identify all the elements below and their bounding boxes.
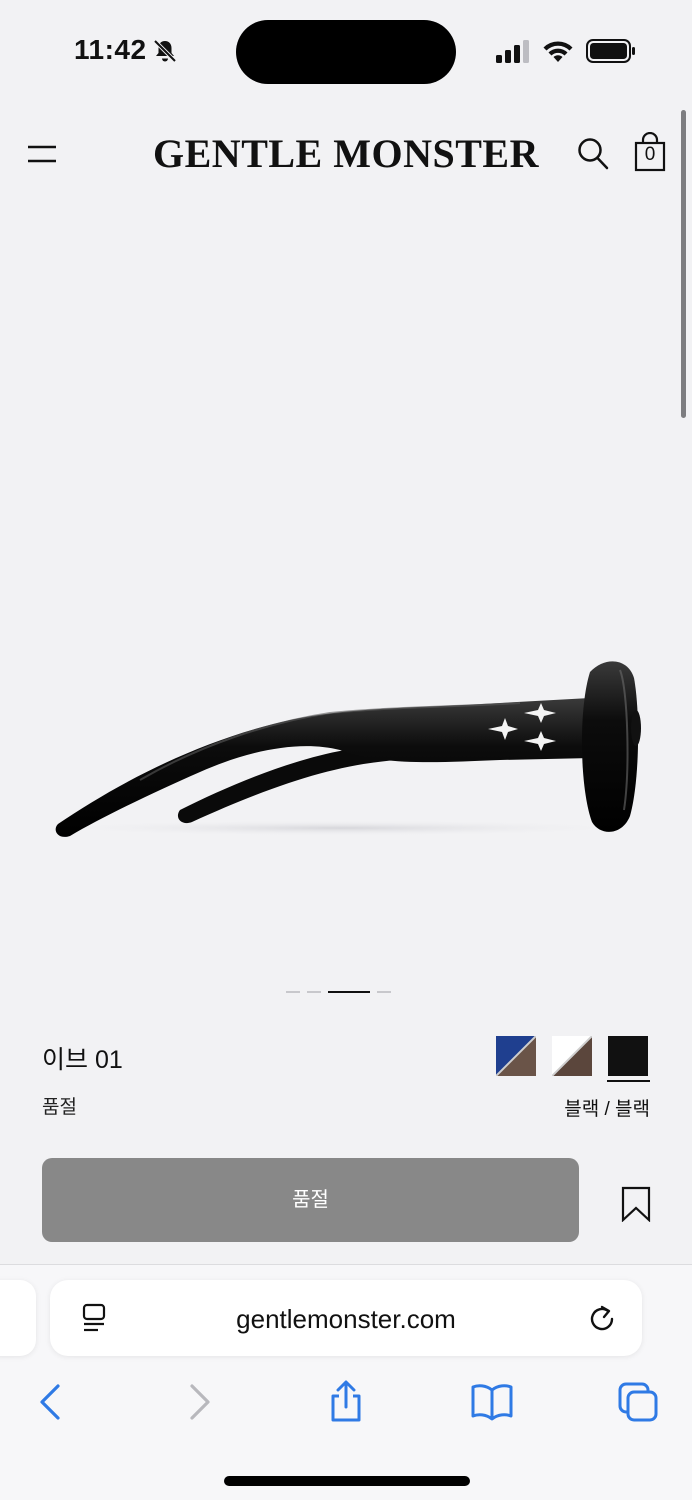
search-icon[interactable] xyxy=(576,136,610,172)
product-image[interactable] xyxy=(0,560,692,900)
home-indicator[interactable] xyxy=(224,1476,470,1486)
color-swatch-blue-brown[interactable] xyxy=(496,1036,536,1076)
bell-slash-icon xyxy=(153,39,177,63)
bookmark-icon[interactable] xyxy=(620,1186,652,1222)
sold-out-button[interactable]: 품절 xyxy=(42,1158,579,1242)
color-name: 블랙 / 블랙 xyxy=(564,1099,650,1120)
signal-icon xyxy=(496,40,529,63)
scrollbar-thumb[interactable] xyxy=(681,110,686,418)
carousel-dot[interactable] xyxy=(286,991,300,993)
carousel-dot[interactable] xyxy=(307,991,321,993)
forward-icon[interactable] xyxy=(178,1380,222,1424)
color-swatch-white-brown[interactable] xyxy=(552,1036,592,1076)
url-text[interactable]: gentlemonster.com xyxy=(120,1304,572,1335)
carousel-dot-active[interactable] xyxy=(328,991,370,993)
wifi-icon xyxy=(543,41,573,62)
carousel-indicator xyxy=(286,990,391,994)
color-swatch-black[interactable] xyxy=(608,1036,648,1076)
dynamic-island xyxy=(236,20,456,84)
reader-mode-icon[interactable] xyxy=(80,1303,108,1333)
stock-status: 품절 xyxy=(42,1097,77,1118)
reload-icon[interactable] xyxy=(588,1302,618,1334)
share-icon[interactable] xyxy=(324,1380,368,1424)
screen: 11:42 GENTLE MONSTER 0 이브 01 품절 블랙 / 블랙 … xyxy=(0,0,692,1500)
selected-swatch-indicator xyxy=(607,1080,650,1082)
bookmarks-icon[interactable] xyxy=(470,1380,514,1424)
product-name: 이브 01 xyxy=(42,1046,123,1074)
cart-count: 0 xyxy=(644,144,656,165)
tabs-icon[interactable] xyxy=(616,1380,660,1424)
carousel-dot[interactable] xyxy=(377,991,391,993)
back-icon[interactable] xyxy=(28,1380,72,1424)
previous-tab-card[interactable] xyxy=(0,1280,36,1356)
status-time: 11:42 xyxy=(74,34,147,65)
battery-icon xyxy=(586,39,635,63)
